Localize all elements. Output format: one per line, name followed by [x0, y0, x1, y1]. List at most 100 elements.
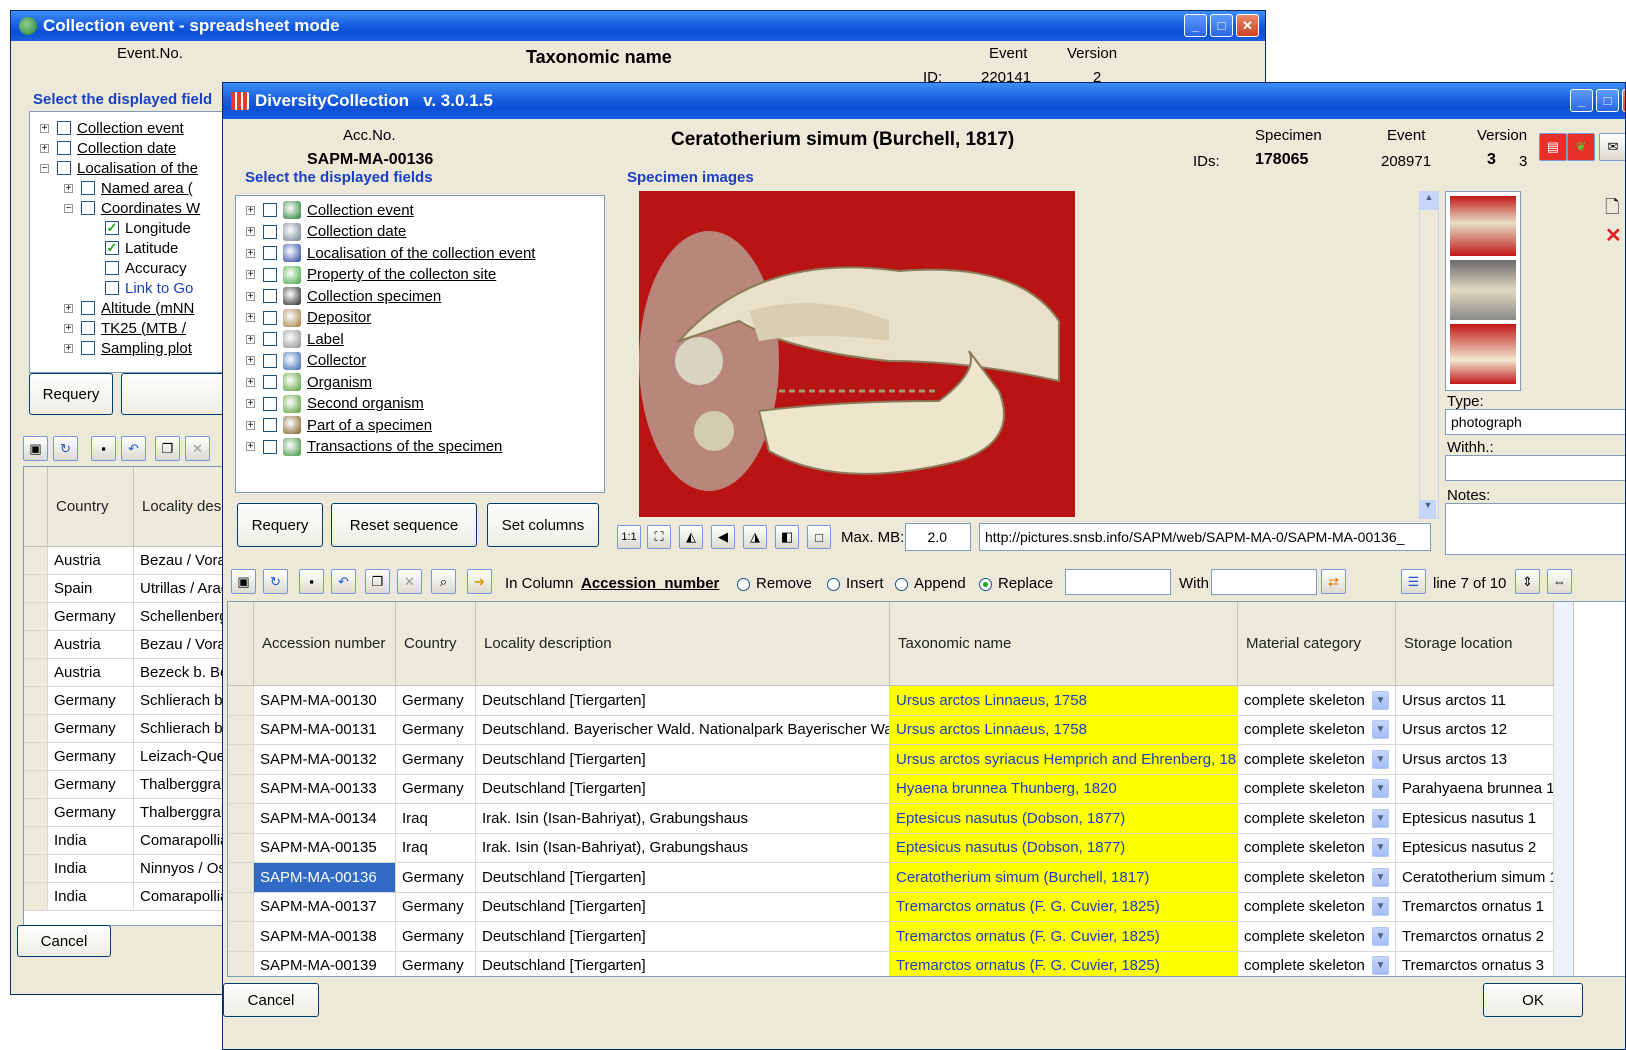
row-header[interactable]	[228, 774, 254, 804]
back-cancel-button[interactable]: Cancel	[17, 925, 111, 957]
tree-checkbox[interactable]	[263, 203, 277, 217]
cell-storage[interactable]: Parahyaena brunnea 1	[1396, 774, 1554, 804]
save-all-icon[interactable]: ▣	[231, 569, 256, 594]
insert-option[interactable]: Insert	[827, 575, 884, 592]
delete-image-icon[interactable]: ✕	[1605, 223, 1622, 248]
back-cell-country[interactable]: Germany	[48, 771, 134, 799]
replace-find-field[interactable]	[1065, 569, 1171, 595]
max-mb-stepper[interactable]: 2.0	[905, 523, 971, 551]
ok-button[interactable]: OK	[1483, 983, 1583, 1017]
cell-country[interactable]: Germany	[396, 951, 476, 976]
cell-country[interactable]: Germany	[396, 892, 476, 922]
cell-locality[interactable]: Deutschland [Tiergarten]	[476, 951, 890, 976]
main-maximize-button[interactable]: □	[1596, 89, 1619, 112]
back-tree-checkbox[interactable]	[57, 121, 71, 135]
row-header[interactable]	[228, 686, 254, 716]
cell-material[interactable]: complete skeleton ▼	[1238, 922, 1396, 952]
back-tree-checkbox[interactable]	[105, 261, 119, 275]
cell-accession[interactable]: SAPM-MA-00136	[254, 863, 396, 893]
tree-item[interactable]: + Second organism	[246, 394, 424, 414]
back-cell-country[interactable]: Austria	[48, 547, 134, 575]
back-tree-checkbox[interactable]	[81, 301, 95, 315]
cell-locality[interactable]: Deutschland [Tiergarten]	[476, 922, 890, 952]
back-cell-country[interactable]: Spain	[48, 575, 134, 603]
remove-radio[interactable]	[737, 577, 750, 591]
cell-country[interactable]: Germany	[396, 863, 476, 893]
col-taxon[interactable]: Taxonomic name	[890, 602, 1238, 686]
column-width-icon[interactable]: ⇔	[1547, 569, 1572, 594]
tree-item[interactable]: + Part of a specimen	[246, 415, 432, 435]
cell-taxon[interactable]: Hyaena brunnea Thunberg, 1820	[890, 774, 1238, 804]
thumbnail-strip[interactable]	[1445, 191, 1521, 391]
expand-icon[interactable]: +	[64, 343, 73, 353]
cell-taxon[interactable]: Tremarctos ornatus (F. G. Cuvier, 1825)	[890, 922, 1238, 952]
cell-taxon[interactable]: Ursus arctos Linnaeus, 1758	[890, 686, 1238, 716]
rotate-icon[interactable]: ◮	[743, 525, 767, 549]
cell-storage[interactable]: Tremarctos ornatus 3	[1396, 951, 1554, 976]
back-row-header[interactable]	[24, 659, 48, 687]
expand-icon[interactable]: +	[246, 291, 255, 301]
apply-replace-icon[interactable]: ⇄	[1321, 569, 1346, 594]
specimen-image[interactable]	[639, 191, 1075, 517]
back-tree-checkbox[interactable]	[81, 201, 95, 215]
back-cell-country[interactable]: Austria	[48, 659, 134, 687]
cell-material[interactable]: complete skeleton ▼	[1238, 892, 1396, 922]
back-tree-item[interactable]: +✓Longitude	[88, 218, 191, 238]
close-button[interactable]: ✕	[1236, 14, 1259, 37]
cell-country[interactable]: Iraq	[396, 833, 476, 863]
new-image-icon[interactable]: 🗋	[1605, 195, 1619, 225]
tree-checkbox[interactable]	[263, 375, 277, 389]
back-tree-item[interactable]: − Coordinates W	[64, 198, 200, 218]
back-tree-checkbox[interactable]	[105, 281, 119, 295]
mail-icon[interactable]: ✉	[1599, 133, 1625, 161]
chevron-down-icon[interactable]: ▼	[1372, 897, 1389, 917]
cell-material[interactable]: complete skeleton ▼	[1238, 833, 1396, 863]
find-icon[interactable]: ⌕	[431, 569, 456, 594]
cell-storage[interactable]: Tremarctos ornatus 1	[1396, 892, 1554, 922]
cell-taxon[interactable]: Tremarctos ornatus (F. G. Cuvier, 1825)	[890, 892, 1238, 922]
grid-vscroll[interactable]	[1554, 602, 1574, 976]
back-row-header[interactable]	[24, 687, 48, 715]
export-icon[interactable]: ➜	[467, 569, 492, 594]
chevron-down-icon[interactable]: ▼	[1372, 720, 1389, 740]
back-copy-icon[interactable]: ❐	[155, 436, 180, 461]
cell-accession[interactable]: SAPM-MA-00135	[254, 833, 396, 863]
expand-icon[interactable]: +	[246, 420, 255, 430]
back-refresh-icon[interactable]: ↻	[53, 436, 78, 461]
undo-icon[interactable]: ↶	[331, 569, 356, 594]
cell-storage[interactable]: Eptesicus nasutus 1	[1396, 804, 1554, 834]
expand-icon[interactable]: +	[246, 270, 255, 280]
back-col-country[interactable]: Country	[48, 467, 134, 547]
back-tree-item[interactable]: + Collection date	[40, 138, 176, 158]
cell-material[interactable]: complete skeleton ▼	[1238, 951, 1396, 976]
thumbnail-3[interactable]	[1450, 324, 1516, 384]
back-tree-item[interactable]: +Accuracy	[88, 258, 187, 278]
tree-checkbox[interactable]	[263, 289, 277, 303]
expand-icon[interactable]: +	[246, 356, 255, 366]
back-delete-icon[interactable]: ✕	[185, 436, 210, 461]
cell-material[interactable]: complete skeleton ▼	[1238, 863, 1396, 893]
cell-country[interactable]: Germany	[396, 774, 476, 804]
cell-taxon[interactable]: Eptesicus nasutus (Dobson, 1877)	[890, 833, 1238, 863]
back-tree-item[interactable]: +Link to Go	[88, 278, 193, 298]
back-cell-country[interactable]: India	[48, 855, 134, 883]
tree-item[interactable]: + Organism	[246, 372, 372, 392]
cell-taxon[interactable]: Ceratotherium simum (Burchell, 1817)	[890, 863, 1238, 893]
chevron-down-icon[interactable]: ▼	[1372, 779, 1389, 799]
tree-checkbox[interactable]	[263, 396, 277, 411]
cell-accession[interactable]: SAPM-MA-00132	[254, 745, 396, 775]
back-row-header[interactable]	[24, 547, 48, 575]
back-tree-item[interactable]: + Altitude (mNN	[64, 298, 194, 318]
back-window-titlebar[interactable]: Collection event - spreadsheet mode _ □ …	[11, 11, 1265, 41]
cell-storage[interactable]: Ursus arctos 11	[1396, 686, 1554, 716]
tree-item[interactable]: + Property of the collecton site	[246, 265, 496, 285]
remove-option[interactable]: Remove	[737, 575, 812, 592]
tree-item[interactable]: + Collector	[246, 351, 366, 371]
row-list-icon[interactable]: ☰	[1401, 569, 1426, 594]
field-tree[interactable]: + Collection event + Collection date + Locali…	[235, 195, 605, 493]
save-icon[interactable]: ▪	[299, 569, 324, 594]
refresh-icon[interactable]: ↻	[263, 569, 288, 594]
set-columns-button[interactable]: Set columns	[487, 503, 599, 547]
tree-item[interactable]: + Transactions of the specimen	[246, 437, 502, 457]
expand-icon[interactable]: +	[64, 183, 73, 193]
